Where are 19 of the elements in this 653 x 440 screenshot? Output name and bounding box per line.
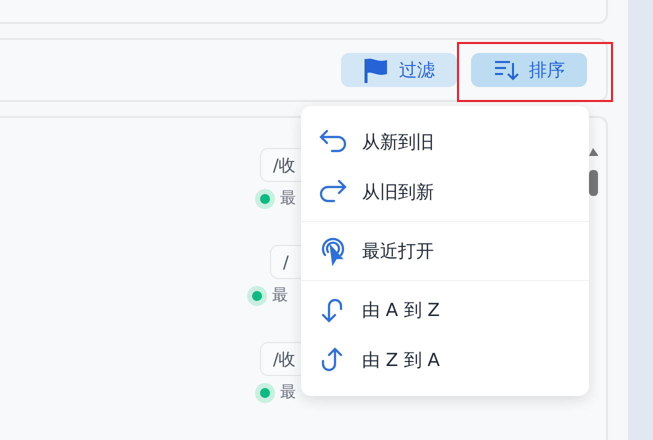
status-text: 最 bbox=[280, 382, 296, 403]
path-chip[interactable]: /收 bbox=[260, 342, 301, 376]
filter-button[interactable]: 过滤 bbox=[341, 53, 457, 87]
scrollbar-drawing bbox=[589, 148, 598, 196]
status-dot bbox=[260, 194, 270, 204]
path-chip[interactable]: / bbox=[270, 245, 301, 279]
status-text: 最 bbox=[280, 188, 296, 209]
flag-icon bbox=[363, 56, 389, 84]
sort-button[interactable]: 排序 bbox=[471, 53, 587, 87]
sort-option[interactable]: 由 A 到 Z bbox=[301, 285, 589, 335]
path-chip[interactable]: /收 bbox=[260, 148, 301, 182]
sort-option[interactable]: 由 Z 到 A bbox=[301, 335, 589, 385]
status-text: 最 bbox=[272, 285, 288, 306]
status-dot bbox=[252, 290, 262, 300]
sort-icon bbox=[493, 58, 519, 82]
status-dot bbox=[260, 388, 270, 398]
sort-option[interactable]: 从新到旧 bbox=[301, 117, 589, 167]
sort-option[interactable]: 从旧到新 bbox=[301, 167, 589, 217]
sort-option[interactable]: 最近打开 bbox=[301, 226, 589, 276]
